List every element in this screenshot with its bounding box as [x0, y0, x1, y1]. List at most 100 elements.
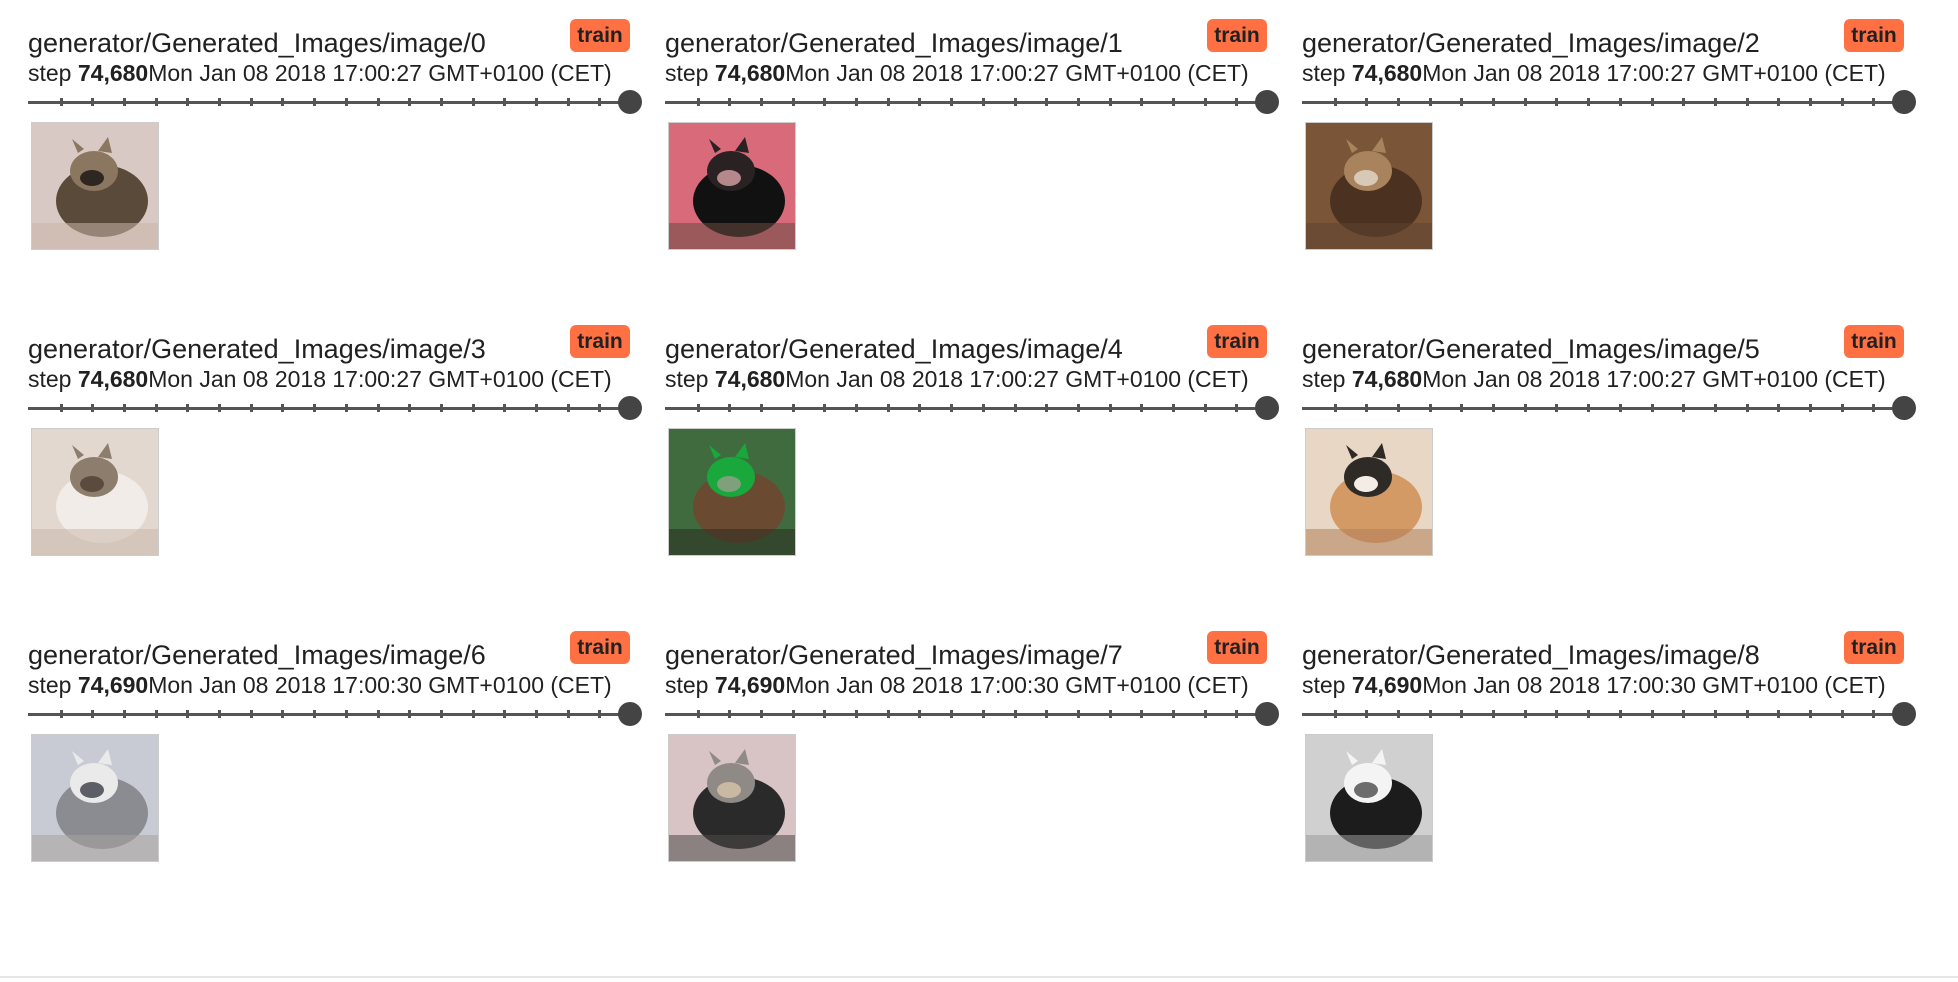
- slider-track[interactable]: [28, 713, 630, 716]
- slider-tick: [1651, 710, 1654, 718]
- image-tag-title: generator/Generated_Images/image/2: [1302, 28, 1760, 58]
- slider-tick: [345, 98, 348, 106]
- step-slider[interactable]: [28, 396, 642, 420]
- slider-knob[interactable]: [1892, 90, 1916, 114]
- slider-tick: [1714, 710, 1717, 718]
- wall-time: Mon Jan 08 2018 17:00:27 GMT+0100 (CET): [148, 60, 612, 86]
- run-badge: train: [1207, 631, 1267, 664]
- slider-tick: [408, 710, 411, 718]
- slider-knob[interactable]: [618, 396, 642, 420]
- slider-tick: [281, 710, 284, 718]
- run-badge: train: [570, 19, 630, 52]
- step-slider[interactable]: [28, 702, 642, 726]
- slider-tick: [1872, 404, 1875, 412]
- slider-tick: [1587, 98, 1590, 106]
- image-card: generator/Generated_Images/image/8 train s…: [1302, 612, 1920, 912]
- slider-tick: [535, 404, 538, 412]
- image-tag-title: generator/Generated_Images/image/7: [665, 640, 1123, 670]
- generated-image[interactable]: [1305, 734, 1433, 862]
- slider-track[interactable]: [1302, 713, 1904, 716]
- slider-tick: [408, 98, 411, 106]
- step-slider[interactable]: [1302, 702, 1916, 726]
- slider-track[interactable]: [665, 407, 1267, 410]
- step-slider[interactable]: [28, 90, 642, 114]
- step-label: step: [28, 60, 72, 86]
- generated-image[interactable]: [668, 734, 796, 862]
- slider-tick: [91, 710, 94, 718]
- generated-image[interactable]: [31, 734, 159, 862]
- cat-image-icon: [1306, 429, 1432, 555]
- slider-tick: [186, 710, 189, 718]
- slider-tick: [598, 710, 601, 718]
- slider-tick: [1555, 404, 1558, 412]
- image-tag-title: generator/Generated_Images/image/3: [28, 334, 486, 364]
- slider-knob[interactable]: [1892, 702, 1916, 726]
- generated-image[interactable]: [1305, 428, 1433, 556]
- image-card: generator/Generated_Images/image/2 train s…: [1302, 0, 1920, 300]
- bottom-divider: [0, 976, 1958, 978]
- run-badge: train: [570, 325, 630, 358]
- slider-tick: [1460, 98, 1463, 106]
- step-label: step: [665, 366, 709, 392]
- slider-track[interactable]: [665, 101, 1267, 104]
- generated-image[interactable]: [31, 428, 159, 556]
- step-info: step 74,690Mon Jan 08 2018 17:00:30 GMT+…: [28, 670, 612, 700]
- step-slider[interactable]: [665, 396, 1279, 420]
- slider-tick: [887, 404, 890, 412]
- slider-tick: [503, 710, 506, 718]
- slider-tick: [535, 710, 538, 718]
- step-value: 74,690: [1351, 672, 1423, 698]
- slider-tick: [1365, 710, 1368, 718]
- slider-knob[interactable]: [1255, 396, 1279, 420]
- slider-knob[interactable]: [1255, 702, 1279, 726]
- step-label: step: [28, 366, 72, 392]
- generated-image[interactable]: [1305, 122, 1433, 250]
- slider-tick: [440, 404, 443, 412]
- slider-knob[interactable]: [618, 90, 642, 114]
- slider-tick: [760, 710, 763, 718]
- slider-track[interactable]: [28, 101, 630, 104]
- slider-tick: [1619, 710, 1622, 718]
- step-slider[interactable]: [1302, 90, 1916, 114]
- slider-tick: [728, 710, 731, 718]
- slider-tick: [1077, 404, 1080, 412]
- slider-track[interactable]: [1302, 407, 1904, 410]
- wall-time: Mon Jan 08 2018 17:00:27 GMT+0100 (CET): [148, 366, 612, 392]
- slider-tick: [218, 404, 221, 412]
- slider-tick: [1777, 404, 1780, 412]
- slider-knob[interactable]: [618, 702, 642, 726]
- generated-image[interactable]: [31, 122, 159, 250]
- slider-tick: [472, 98, 475, 106]
- step-slider[interactable]: [665, 90, 1279, 114]
- slider-tick: [697, 404, 700, 412]
- slider-tick: [1746, 710, 1749, 718]
- slider-tick: [1429, 404, 1432, 412]
- slider-tick: [598, 404, 601, 412]
- slider-tick: [1109, 710, 1112, 718]
- slider-tick: [250, 98, 253, 106]
- slider-tick: [1841, 404, 1844, 412]
- slider-tick: [1014, 710, 1017, 718]
- slider-tick: [440, 98, 443, 106]
- step-slider[interactable]: [1302, 396, 1916, 420]
- slider-tick: [950, 710, 953, 718]
- slider-tick: [1777, 98, 1780, 106]
- run-badge: train: [1844, 19, 1904, 52]
- step-slider[interactable]: [665, 702, 1279, 726]
- slider-tick: [408, 404, 411, 412]
- wall-time: Mon Jan 08 2018 17:00:27 GMT+0100 (CET): [1422, 366, 1886, 392]
- slider-tick: [855, 404, 858, 412]
- slider-track[interactable]: [665, 713, 1267, 716]
- slider-knob[interactable]: [1892, 396, 1916, 420]
- image-card: generator/Generated_Images/image/0 train s…: [28, 0, 646, 300]
- slider-track[interactable]: [28, 407, 630, 410]
- slider-tick: [697, 710, 700, 718]
- slider-tick: [1714, 404, 1717, 412]
- wall-time: Mon Jan 08 2018 17:00:30 GMT+0100 (CET): [148, 672, 612, 698]
- generated-image[interactable]: [668, 428, 796, 556]
- slider-track[interactable]: [1302, 101, 1904, 104]
- generated-image[interactable]: [668, 122, 796, 250]
- slider-tick: [1872, 98, 1875, 106]
- slider-knob[interactable]: [1255, 90, 1279, 114]
- slider-tick: [186, 404, 189, 412]
